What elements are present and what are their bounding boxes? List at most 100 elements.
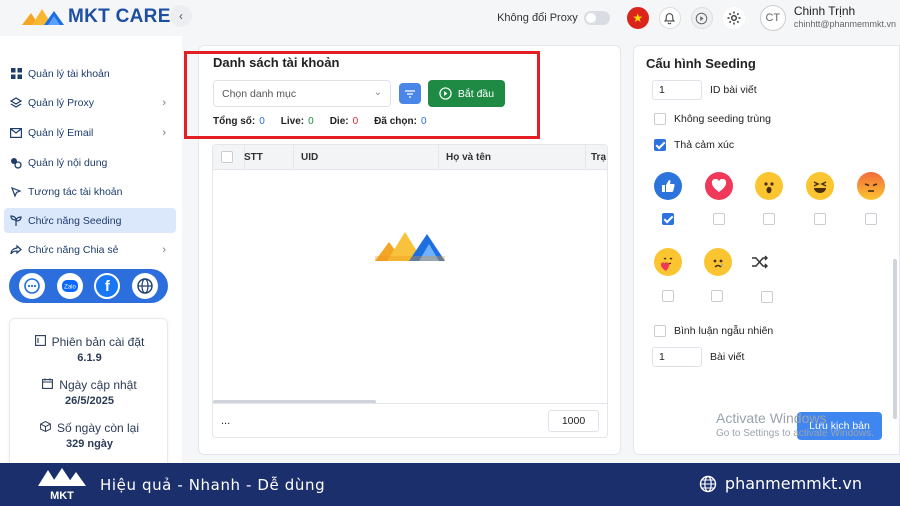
globe-icon bbox=[699, 475, 717, 492]
collapse-sidebar-button[interactable]: ‹ bbox=[170, 5, 192, 27]
wow-checkbox[interactable] bbox=[763, 212, 775, 230]
support-icon[interactable] bbox=[18, 273, 45, 299]
sidebar-item-seeding[interactable]: Chức năng Seeding bbox=[4, 208, 176, 233]
loading-logo-icon bbox=[373, 228, 449, 269]
settings-button[interactable] bbox=[722, 7, 745, 29]
proxy-toggle[interactable] bbox=[583, 11, 610, 25]
notification-button[interactable] bbox=[658, 7, 681, 29]
user-info[interactable]: Chinh Trịnh chinhtt@phanmemmkt.vn bbox=[794, 5, 896, 31]
updated-info: Ngày cập nhật 26/5/2025 bbox=[10, 378, 169, 407]
column-header-status[interactable]: Trạ bbox=[591, 152, 606, 163]
calendar-icon bbox=[42, 378, 54, 392]
sidebar-item-label: Chức năng Seeding bbox=[28, 214, 122, 227]
angry-checkbox[interactable] bbox=[865, 212, 877, 230]
zalo-icon[interactable]: Zalo bbox=[56, 273, 83, 299]
version-value: 6.1.9 bbox=[77, 352, 102, 364]
banner-slogan: Hiệu quả - Nhanh - Dễ dùng bbox=[100, 475, 326, 494]
no-duplicate-checkbox[interactable] bbox=[654, 112, 666, 130]
content-icon bbox=[10, 157, 22, 169]
box-icon bbox=[40, 421, 51, 435]
table-header: STT UID Họ và tên Trạ bbox=[213, 145, 607, 170]
language-flag-button[interactable]: ★ bbox=[626, 7, 649, 29]
random-checkbox[interactable] bbox=[761, 290, 773, 308]
angry-reaction-icon[interactable] bbox=[857, 172, 885, 200]
page-size-input[interactable]: 1000 bbox=[548, 410, 599, 432]
interact-icon bbox=[10, 186, 22, 198]
layers-icon bbox=[10, 96, 22, 109]
app-logo-text: MKT CARE bbox=[68, 6, 171, 27]
post-id-label: ID bài viết bbox=[710, 84, 757, 96]
like-checkbox[interactable] bbox=[662, 212, 674, 230]
save-script-button[interactable]: Lưu kịch bản bbox=[797, 412, 882, 440]
play-button[interactable] bbox=[690, 7, 713, 29]
vietnam-flag-icon: ★ bbox=[632, 11, 644, 25]
play-circle-icon bbox=[696, 12, 708, 24]
share-icon bbox=[10, 244, 22, 256]
table-footer-text: ... bbox=[221, 414, 231, 427]
version-icon bbox=[34, 335, 46, 349]
mkt-logo-icon bbox=[22, 9, 64, 25]
sidebar-item-content[interactable]: Quản lý nội dung bbox=[4, 150, 176, 175]
post-count-label: Bài viết bbox=[710, 351, 745, 363]
care-reaction-icon[interactable] bbox=[654, 248, 682, 276]
select-all-checkbox[interactable] bbox=[221, 151, 233, 166]
sad-reaction-icon[interactable] bbox=[704, 248, 732, 276]
version-label: Phiên bản cài đặt bbox=[51, 335, 145, 349]
reaction-checkbox[interactable] bbox=[654, 138, 666, 156]
like-reaction-icon[interactable] bbox=[654, 172, 682, 200]
wow-reaction-icon[interactable] bbox=[755, 172, 783, 200]
care-checkbox[interactable] bbox=[662, 289, 674, 307]
sidebar-item-email[interactable]: Quản lý Email › bbox=[4, 120, 176, 145]
proxy-toggle-label: Không đổi Proxy bbox=[497, 12, 578, 24]
sidebar-item-label: Quản lý Email bbox=[28, 126, 94, 139]
sidebar-item-share[interactable]: Chức năng Chia sẻ › bbox=[4, 237, 176, 262]
haha-checkbox[interactable] bbox=[814, 212, 826, 230]
sidebar-item-proxy[interactable]: Quản lý Proxy › bbox=[4, 90, 176, 115]
accounts-table: STT UID Họ và tên Trạ ... 1000 bbox=[212, 144, 608, 438]
updated-label: Ngày cập nhật bbox=[59, 378, 137, 392]
random-comment-checkbox[interactable] bbox=[654, 324, 666, 342]
sidebar-item-interact[interactable]: Tương tác tài khoản bbox=[4, 179, 176, 204]
gear-icon bbox=[727, 11, 741, 25]
chevron-right-icon: › bbox=[162, 96, 166, 109]
globe-icon[interactable] bbox=[132, 273, 159, 299]
seeding-icon bbox=[10, 214, 22, 227]
svg-text:MKT: MKT bbox=[50, 490, 74, 502]
config-vertical-scrollbar[interactable] bbox=[893, 259, 897, 419]
chevron-right-icon: › bbox=[162, 243, 166, 256]
svg-text:Zalo: Zalo bbox=[64, 285, 76, 291]
grid-icon bbox=[10, 68, 22, 80]
random-reaction-icon[interactable] bbox=[746, 248, 774, 276]
post-id-count-input[interactable]: 1 bbox=[652, 80, 702, 100]
mkt-brand-logo-icon: MKT bbox=[36, 465, 88, 505]
love-reaction-icon[interactable] bbox=[705, 172, 733, 200]
no-duplicate-label: Không seeding trùng bbox=[674, 113, 771, 125]
sidebar-item-label: Quản lý nội dung bbox=[28, 156, 108, 169]
remaining-info: Số ngày còn lại 329 ngày bbox=[10, 421, 169, 450]
banner-site-text: phanmemmkt.vn bbox=[724, 474, 862, 493]
user-name: Chinh Trịnh bbox=[793, 4, 856, 18]
facebook-icon[interactable]: f bbox=[94, 273, 121, 299]
love-checkbox[interactable] bbox=[713, 212, 725, 230]
sidebar: Quản lý tài khoản Quản lý Proxy › Quản l… bbox=[0, 36, 182, 500]
promo-banner: MKT Hiệu quả - Nhanh - Dễ dùng phanmemmk… bbox=[0, 463, 900, 506]
user-email: chinhtt@phanmemmkt.vn bbox=[793, 19, 896, 29]
post-count-input[interactable]: 1 bbox=[652, 347, 702, 367]
topbar: Không đổi Proxy ★ CT Chinh Trịnh chinhtt… bbox=[497, 0, 900, 36]
random-comment-label: Bình luận ngẫu nhiên bbox=[674, 325, 774, 337]
chevron-right-icon: › bbox=[162, 126, 166, 139]
social-links-bar: Zalo f bbox=[9, 269, 168, 303]
sidebar-item-accounts[interactable]: Quản lý tài khoản bbox=[4, 61, 176, 86]
column-header-stt[interactable]: STT bbox=[244, 152, 263, 163]
column-header-name[interactable]: Họ và tên bbox=[446, 152, 491, 163]
avatar[interactable]: CT bbox=[759, 5, 786, 31]
column-header-uid[interactable]: UID bbox=[301, 152, 318, 163]
haha-reaction-icon[interactable] bbox=[806, 172, 834, 200]
version-info: Phiên bản cài đặt 6.1.9 bbox=[10, 335, 169, 364]
seeding-config-panel: Cấu hình Seeding 1 ID bài viết Không see… bbox=[633, 45, 900, 455]
banner-website[interactable]: phanmemmkt.vn bbox=[699, 474, 862, 493]
bell-icon bbox=[664, 12, 676, 24]
remaining-value: 329 ngày bbox=[65, 438, 114, 450]
chevron-left-icon: ‹ bbox=[179, 9, 183, 23]
sad-checkbox[interactable] bbox=[711, 289, 723, 307]
